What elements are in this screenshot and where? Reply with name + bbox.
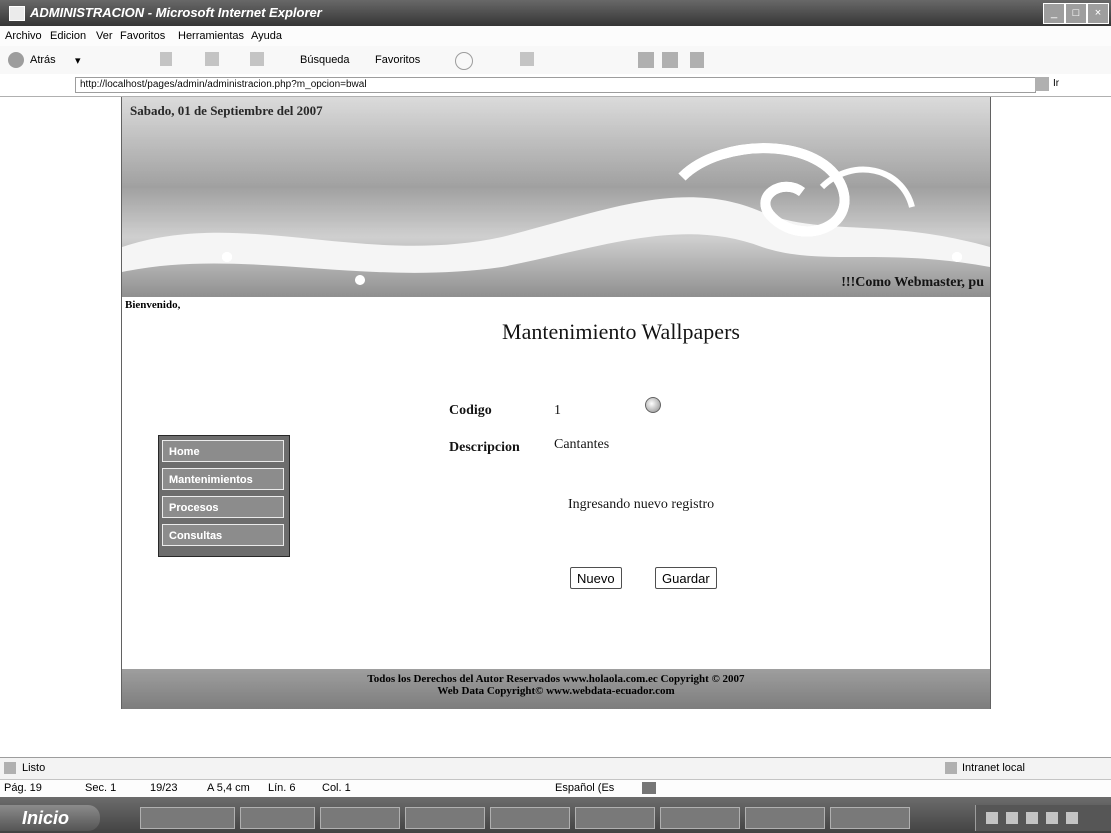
zone-text: Intranet local	[962, 762, 1025, 774]
menu-favoritos[interactable]: Favoritos	[120, 30, 165, 42]
edit-icon[interactable]	[662, 52, 678, 68]
system-tray	[975, 805, 1111, 831]
history-icon[interactable]	[455, 52, 473, 70]
back-dropdown-icon[interactable]: ▾	[75, 54, 81, 67]
address-bar: http://localhost/pages/admin/administrac…	[0, 74, 1111, 97]
page-footer: Todos los Derechos del Autor Reservados …	[122, 669, 990, 709]
refresh-icon[interactable]	[205, 52, 219, 66]
menu-item-consultas[interactable]: Consultas	[162, 524, 284, 546]
start-button[interactable]: Inicio	[0, 805, 100, 831]
taskbar: Inicio	[0, 797, 1111, 833]
word-page: Pág. 19	[4, 782, 42, 794]
go-arrow-icon[interactable]	[1035, 77, 1049, 91]
page-icon	[4, 762, 16, 774]
menu-item-mantenimientos[interactable]: Mantenimientos	[162, 468, 284, 490]
toolbar: Atrás ▾ Búsqueda Favoritos	[0, 46, 1111, 75]
menu-herramientas[interactable]: Herramientas	[178, 30, 244, 42]
address-input[interactable]: http://localhost/pages/admin/administrac…	[75, 77, 1036, 93]
status-text: Listo	[22, 762, 46, 774]
taskbar-item[interactable]	[240, 807, 315, 829]
banner-tagline: !!!Como Webmaster, pu	[841, 275, 984, 290]
menu-ver[interactable]: Ver	[96, 30, 113, 42]
codigo-value: 1	[554, 403, 561, 418]
banner-swirl-graphic	[122, 143, 990, 285]
minimize-icon[interactable]: _	[1043, 3, 1065, 24]
word-section: Sec. 1	[85, 782, 117, 794]
menu-ayuda[interactable]: Ayuda	[251, 30, 282, 42]
taskbar-item[interactable]	[320, 807, 400, 829]
search-button[interactable]: Búsqueda	[300, 54, 350, 66]
menu-bar: Archivo Edicion Ver Favoritos Herramient…	[0, 26, 1111, 46]
side-menu: Home Mantenimientos Procesos Consultas	[158, 435, 290, 557]
taskbar-item[interactable]	[575, 807, 655, 829]
word-status-bar: Pág. 19 Sec. 1 19/23 A 5,4 cm Lín. 6 Col…	[0, 779, 1111, 798]
messenger-icon[interactable]	[690, 52, 704, 68]
web-page: Sabado, 01 de Septiembre del 2007 !!!Com…	[121, 97, 991, 709]
word-pages: 19/23	[150, 782, 178, 794]
descripcion-value: Cantantes	[554, 437, 610, 452]
taskbar-item[interactable]	[660, 807, 740, 829]
page-title: Mantenimiento Wallpapers	[502, 319, 740, 344]
welcome-text: Bienvenido,	[125, 299, 181, 311]
tray-icon[interactable]	[1006, 812, 1018, 824]
taskbar-item[interactable]	[745, 807, 825, 829]
mail-icon[interactable]	[520, 52, 534, 66]
word-line: Lín. 6	[268, 782, 296, 794]
stop-icon[interactable]	[160, 52, 172, 66]
menu-archivo[interactable]: Archivo	[5, 30, 42, 42]
word-column: Col. 1	[322, 782, 351, 794]
status-message: Ingresando nuevo registro	[568, 497, 715, 512]
tray-icon[interactable]	[1066, 812, 1078, 824]
descripcion-label: Descripcion	[449, 440, 520, 455]
window-title: ADMINISTRACION - Microsoft Internet Expl…	[30, 5, 322, 20]
maximize-icon[interactable]: □	[1065, 3, 1087, 24]
taskbar-item[interactable]	[490, 807, 570, 829]
guardar-button[interactable]: Guardar	[655, 567, 717, 589]
taskbar-item[interactable]	[830, 807, 910, 829]
home-icon[interactable]	[250, 52, 264, 66]
favorites-button[interactable]: Favoritos	[375, 54, 420, 66]
header-banner: Sabado, 01 de Septiembre del 2007 !!!Com…	[122, 97, 990, 297]
tray-icon[interactable]	[1026, 812, 1038, 824]
footer-webdata: Web Data Copyright© www.webdata-ecuador.…	[437, 685, 675, 697]
intranet-icon	[945, 762, 957, 774]
current-date: Sabado, 01 de Septiembre del 2007	[130, 103, 323, 118]
close-icon[interactable]: ×	[1087, 3, 1109, 24]
back-arrow-icon[interactable]	[8, 52, 24, 68]
go-button[interactable]: Ir	[1053, 78, 1059, 89]
word-position: A 5,4 cm	[207, 782, 250, 794]
browser-viewport: Sabado, 01 de Septiembre del 2007 !!!Com…	[0, 97, 1111, 757]
footer-copyright: Todos los Derechos del Autor Reservados …	[367, 673, 745, 685]
status-bar: Listo Intranet local	[0, 757, 1111, 780]
ie-icon	[9, 6, 25, 21]
taskbar-item[interactable]	[405, 807, 485, 829]
word-language: Español (Es	[555, 782, 615, 794]
print-icon[interactable]	[638, 52, 654, 68]
tray-icon[interactable]	[986, 812, 998, 824]
menu-item-home[interactable]: Home	[162, 440, 284, 462]
window-titlebar: ADMINISTRACION - Microsoft Internet Expl…	[0, 0, 1111, 26]
menu-edicion[interactable]: Edicion	[50, 30, 86, 42]
tray-icon[interactable]	[1046, 812, 1058, 824]
menu-item-procesos[interactable]: Procesos	[162, 496, 284, 518]
search-globe-icon[interactable]	[645, 397, 661, 413]
back-button[interactable]: Atrás	[30, 54, 56, 66]
codigo-label: Codigo	[449, 403, 492, 418]
spellcheck-icon[interactable]	[642, 782, 656, 794]
taskbar-item[interactable]	[140, 807, 235, 829]
nuevo-button[interactable]: Nuevo	[570, 567, 622, 589]
